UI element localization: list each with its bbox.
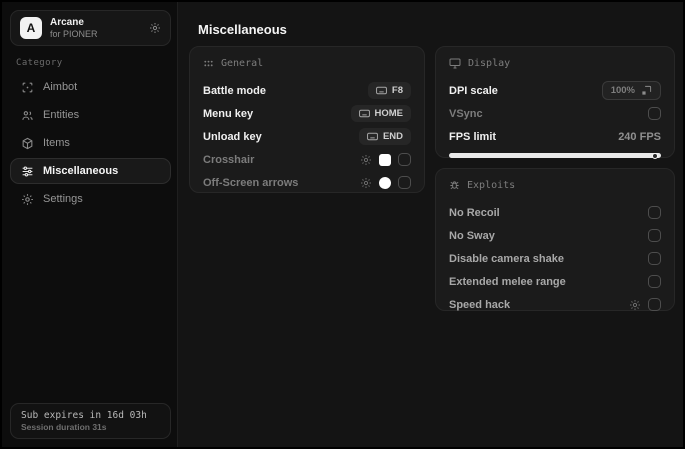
aimbot-icon (21, 81, 34, 94)
offscreen-arrows-label: Off-Screen arrows (203, 176, 299, 189)
sidebar-item-aimbot[interactable]: Aimbot (10, 74, 171, 100)
offscreen-arrows-color-swatch[interactable] (379, 176, 391, 189)
menu-key-keybind[interactable]: HOME (350, 105, 411, 122)
keybind-value: END (382, 131, 403, 142)
settings-gear-icon[interactable] (149, 22, 161, 34)
setting-row-vsync: VSync (449, 102, 661, 125)
speed-hack-config-gear-icon[interactable] (629, 299, 641, 311)
setting-row-dpi-scale: DPI scale 100% (449, 79, 661, 102)
session-duration-text: Session duration 31s (21, 422, 107, 432)
setting-row-menu-key: Menu key HOME (203, 102, 411, 125)
keyboard-icon (366, 132, 378, 141)
sidebar-item-settings[interactable]: Settings (10, 186, 171, 212)
battle-mode-label: Battle mode (203, 84, 266, 97)
keyboard-icon (375, 86, 387, 95)
setting-row-no-recoil: No Recoil (449, 201, 661, 224)
app-window: A Arcane for PIONER Category Aimbot Enti… (2, 2, 683, 447)
sidebar-item-label: Entities (43, 109, 80, 121)
miscellaneous-icon (21, 165, 34, 178)
logo-card: A Arcane for PIONER (10, 10, 171, 46)
display-panel: Display DPI scale 100% VSync FPS limit 2… (435, 46, 675, 159)
no-recoil-checkbox[interactable] (648, 206, 661, 219)
dpi-scale-value: 100% (610, 85, 635, 96)
sidebar-item-label: Miscellaneous (43, 165, 119, 177)
settings-icon (21, 193, 34, 206)
setting-row-offscreen-arrows: Off-Screen arrows (203, 171, 411, 194)
setting-row-battle-mode: Battle mode F8 (203, 79, 411, 102)
keybind-value: HOME (374, 108, 404, 119)
no-sway-checkbox[interactable] (648, 229, 661, 242)
sidebar: A Arcane for PIONER Category Aimbot Enti… (2, 2, 178, 447)
offscreen-arrows-config-gear-icon[interactable] (360, 177, 372, 189)
menu-key-label: Menu key (203, 107, 254, 120)
general-panel: General Battle mode F8 Menu key HOME Unl… (189, 46, 425, 193)
setting-row-fps-limit: FPS limit 240 FPS (449, 125, 661, 148)
sidebar-nav: Aimbot Entities Items Miscellaneous Sett… (10, 74, 171, 214)
display-panel-title: Display (468, 58, 511, 69)
page-title: Miscellaneous (198, 22, 287, 37)
scale-icon (641, 85, 652, 96)
vsync-checkbox[interactable] (648, 107, 661, 120)
sidebar-item-label: Items (43, 137, 70, 149)
setting-row-no-sway: No Sway (449, 224, 661, 247)
items-icon (21, 137, 34, 150)
sidebar-item-label: Aimbot (43, 81, 78, 93)
exploits-panel-header: Exploits (449, 180, 661, 191)
fps-limit-slider[interactable] (449, 152, 661, 159)
general-panel-title: General (221, 58, 264, 69)
extended-melee-range-label: Extended melee range (449, 275, 566, 288)
keyboard-icon (358, 109, 370, 118)
dpi-scale-label: DPI scale (449, 84, 498, 97)
setting-row-extended-melee-range: Extended melee range (449, 270, 661, 293)
sidebar-item-items[interactable]: Items (10, 130, 171, 156)
subscription-card: Sub expires in 16d 03h Session duration … (10, 403, 171, 439)
vsync-label: VSync (449, 107, 483, 120)
app-subtitle: for PIONER (50, 28, 98, 39)
general-icon (203, 58, 214, 69)
setting-row-speed-hack: Speed hack (449, 293, 661, 316)
no-recoil-label: No Recoil (449, 206, 500, 219)
keybind-value: F8 (391, 85, 403, 96)
app-logo: A (20, 17, 42, 39)
crosshair-label: Crosshair (203, 153, 255, 166)
crosshair-color-swatch[interactable] (379, 153, 391, 166)
extended-melee-range-checkbox[interactable] (648, 275, 661, 288)
offscreen-arrows-checkbox[interactable] (398, 176, 411, 189)
general-panel-header: General (203, 58, 411, 69)
dpi-scale-select[interactable]: 100% (601, 81, 661, 100)
unload-key-keybind[interactable]: END (358, 128, 411, 145)
disable-camera-shake-label: Disable camera shake (449, 252, 564, 265)
sub-expires-text: Sub expires in 16d 03h (21, 410, 147, 421)
category-label: Category (16, 58, 63, 68)
sidebar-item-miscellaneous[interactable]: Miscellaneous (10, 158, 171, 184)
fps-limit-label: FPS limit (449, 130, 497, 143)
entities-icon (21, 109, 34, 122)
sidebar-item-label: Settings (43, 193, 83, 205)
speed-hack-label: Speed hack (449, 298, 511, 311)
display-icon (449, 58, 461, 69)
app-name: Arcane (50, 16, 84, 28)
fps-slider-thumb[interactable] (651, 152, 658, 159)
crosshair-checkbox[interactable] (398, 153, 411, 166)
exploits-panel: Exploits No Recoil No Sway Disable camer… (435, 168, 675, 311)
speed-hack-checkbox[interactable] (648, 298, 661, 311)
no-sway-label: No Sway (449, 229, 495, 242)
setting-row-unload-key: Unload key END (203, 125, 411, 148)
sidebar-item-entities[interactable]: Entities (10, 102, 171, 128)
unload-key-label: Unload key (203, 130, 262, 143)
battle-mode-keybind[interactable]: F8 (367, 82, 411, 99)
setting-row-crosshair: Crosshair (203, 148, 411, 171)
crosshair-config-gear-icon[interactable] (360, 154, 372, 166)
display-panel-header: Display (449, 58, 661, 69)
disable-camera-shake-checkbox[interactable] (648, 252, 661, 265)
app-identity: Arcane for PIONER (50, 17, 141, 40)
exploits-bug-icon (449, 180, 460, 191)
exploits-panel-title: Exploits (467, 180, 516, 191)
setting-row-disable-camera-shake: Disable camera shake (449, 247, 661, 270)
fps-limit-value: 240 FPS (618, 130, 661, 143)
main-content: Miscellaneous General Battle mode F8 Men… (178, 2, 683, 447)
